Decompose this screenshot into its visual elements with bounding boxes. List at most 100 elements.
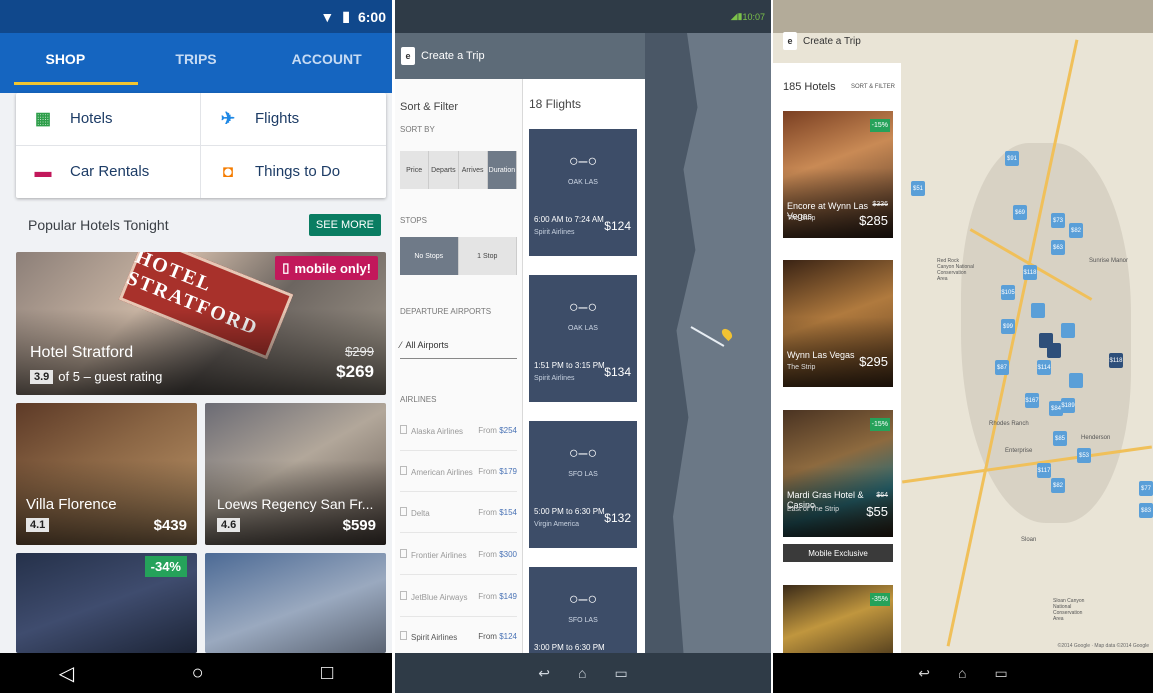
popular-header: Popular Hotels Tonight SEE MORE: [28, 213, 381, 237]
lob-flights[interactable]: ✈ Flights: [201, 93, 386, 146]
home-icon[interactable]: ⌂: [958, 665, 966, 681]
map-label: Sloan: [1021, 537, 1037, 543]
flight-results-panel: 18 Flights ○–○ OAK LAS 6:00 AM to 7:24 A…: [523, 79, 645, 693]
airlines-label: AIRLINES: [400, 395, 437, 404]
hotel-price-pin[interactable]: $85: [1053, 431, 1067, 446]
app-logo-icon[interactable]: e: [783, 32, 797, 50]
hotel-price-pin[interactable]: $117: [1037, 463, 1051, 478]
hotel-price-pin[interactable]: $105: [1001, 285, 1015, 300]
flight-card[interactable]: ○–○ OAK LAS 1:51 PM to 3:15 PM Spirit Ai…: [529, 275, 637, 402]
airline-filter-row[interactable]: JetBlue Airways From $149: [400, 577, 517, 617]
hotel-price-pin[interactable]: $51: [911, 181, 925, 196]
tab-trips[interactable]: TRIPS: [131, 33, 262, 85]
hotel-price-pin[interactable]: $53: [1077, 448, 1091, 463]
hotel-rating: 4.1: [26, 518, 50, 532]
airline-filter-row[interactable]: Delta From $154: [400, 493, 517, 533]
map-label: Sloan Canyon National Conservation Area: [1053, 598, 1085, 622]
sort-price[interactable]: Price: [400, 151, 430, 189]
hotel-cluster-pin[interactable]: [1031, 303, 1045, 318]
tab-shop[interactable]: SHOP: [0, 33, 131, 85]
checkbox[interactable]: [400, 425, 407, 434]
status-bar: ◢▮ 10:07: [395, 0, 771, 33]
sort-arrives[interactable]: Arrives: [458, 151, 488, 189]
battery-icon: ▮: [342, 8, 350, 24]
hotel-price-pin[interactable]: $77: [1139, 481, 1153, 496]
departure-airport-select[interactable]: ⁄ All Airports: [400, 331, 517, 359]
hotel-cluster-pin[interactable]: [1061, 323, 1075, 338]
hotel-cluster-pin[interactable]: [1069, 373, 1083, 388]
hotel-card[interactable]: Villa Florence 4.1 $439: [16, 403, 197, 545]
sort-departs[interactable]: Departs: [429, 151, 459, 189]
hotel-list-item[interactable]: -15% Mardi Gras Hotel & Casino East of T…: [783, 410, 893, 537]
back-icon[interactable]: ↩: [538, 665, 550, 682]
hotel-card[interactable]: Loews Regency San Fr... 4.6 $599: [205, 403, 386, 545]
flight-airline: Spirit Airlines: [534, 229, 575, 236]
back-icon[interactable]: ◁: [59, 661, 74, 686]
signal-icon: ◢▮: [730, 11, 743, 21]
original-price: $336: [872, 201, 888, 208]
recents-icon[interactable]: ▭: [614, 665, 627, 682]
tab-account[interactable]: ACCOUNT: [261, 33, 392, 85]
lob-things-to-do[interactable]: ◘ Things to Do: [201, 146, 386, 199]
hotel-price-pin[interactable]: $91: [1005, 151, 1019, 166]
app-logo-icon[interactable]: e: [401, 47, 415, 65]
home-icon[interactable]: ⌂: [578, 665, 586, 681]
hotel-count: 185 Hotels: [783, 81, 836, 93]
back-icon[interactable]: ↩: [918, 665, 930, 682]
app-title: Create a Trip: [803, 35, 861, 47]
hotel-price-pin[interactable]: $82: [1069, 223, 1083, 238]
checkbox[interactable]: [400, 631, 407, 640]
airline-filter-row[interactable]: Frontier Airlines From $300: [400, 535, 517, 575]
flight-time: 3:00 PM to 6:30 PM: [534, 643, 605, 652]
recents-icon[interactable]: ▭: [994, 665, 1007, 682]
hotel-price-pin[interactable]: $73: [1051, 213, 1065, 228]
hotel-price-pin[interactable]: $82: [1051, 478, 1065, 493]
checkbox[interactable]: [400, 466, 407, 475]
hotel-price-pin[interactable]: $118: [1109, 353, 1123, 368]
hotel-card[interactable]: -34%: [16, 553, 197, 653]
hotel-name: Wynn Las Vegas: [787, 350, 855, 360]
lob-hotels[interactable]: ▦ Hotels: [16, 93, 201, 146]
hotel-list-item[interactable]: Wynn Las Vegas The Strip $295: [783, 260, 893, 387]
hotel-price-pin[interactable]: $69: [1013, 205, 1027, 220]
stops-none[interactable]: No Stops: [400, 237, 459, 275]
sort-filter-button[interactable]: SORT & FILTER: [851, 84, 895, 90]
flight-route-icon: ○–○: [568, 445, 598, 462]
sort-duration[interactable]: Duration: [487, 151, 517, 189]
featured-hotel-card[interactable]: HOTEL STRATFORD ▯ mobile only! Hotel Str…: [16, 252, 386, 395]
hotel-price-pin[interactable]: $83: [1139, 503, 1153, 518]
flight-card[interactable]: ○–○ OAK LAS 6:00 AM to 7:24 AM Spirit Ai…: [529, 129, 637, 256]
flight-route-icon: ○–○: [568, 153, 598, 170]
hotel-list-item[interactable]: -35%: [783, 585, 893, 653]
header-extension: [0, 85, 392, 93]
hotel-card[interactable]: [205, 553, 386, 653]
hotel-price-pin[interactable]: $118: [1023, 265, 1037, 280]
airline-filter-row[interactable]: Spirit Airlines From $124: [400, 617, 517, 657]
hotel-list-item[interactable]: -15% Encore at Wynn Las Vegas The Strip …: [783, 111, 893, 238]
flight-price: $132: [604, 511, 631, 525]
checkbox[interactable]: [400, 507, 407, 516]
hotel-cluster-pin[interactable]: [1047, 343, 1061, 358]
flight-time: 5:00 PM to 6:30 PM: [534, 507, 605, 516]
checkbox[interactable]: [400, 591, 407, 600]
see-more-button[interactable]: SEE MORE: [308, 214, 381, 236]
hotel-price-pin[interactable]: $87: [995, 360, 1009, 375]
sort-segment: Price Departs Arrives Duration: [400, 151, 517, 189]
recents-icon[interactable]: □: [321, 662, 333, 685]
airline-filter-row[interactable]: Alaska Airlines From $254: [400, 411, 517, 451]
top-tabs: SHOP TRIPS ACCOUNT: [0, 33, 392, 85]
home-icon[interactable]: ○: [192, 662, 204, 685]
airline-filter-row[interactable]: American Airlines From $179: [400, 452, 517, 492]
stops-segment: No Stops 1 Stop: [400, 237, 517, 275]
flight-card[interactable]: ○–○ SFO LAS 5:00 PM to 6:30 PM Virgin Am…: [529, 421, 637, 548]
hotel-price-pin[interactable]: $63: [1051, 240, 1065, 255]
hotel-price-pin[interactable]: $99: [1001, 319, 1015, 334]
hotel-price-pin[interactable]: $114: [1037, 360, 1051, 375]
stops-one[interactable]: 1 Stop: [458, 237, 517, 275]
map-view[interactable]: Red Rock Canyon National Conservation Ar…: [901, 33, 1153, 653]
checkbox[interactable]: [400, 549, 407, 558]
flight-airline: Virgin America: [534, 521, 580, 528]
lob-car-rentals[interactable]: ▬ Car Rentals: [16, 145, 201, 198]
hotel-price-pin[interactable]: $167: [1025, 393, 1039, 408]
hotel-price-pin[interactable]: $189: [1061, 398, 1075, 413]
